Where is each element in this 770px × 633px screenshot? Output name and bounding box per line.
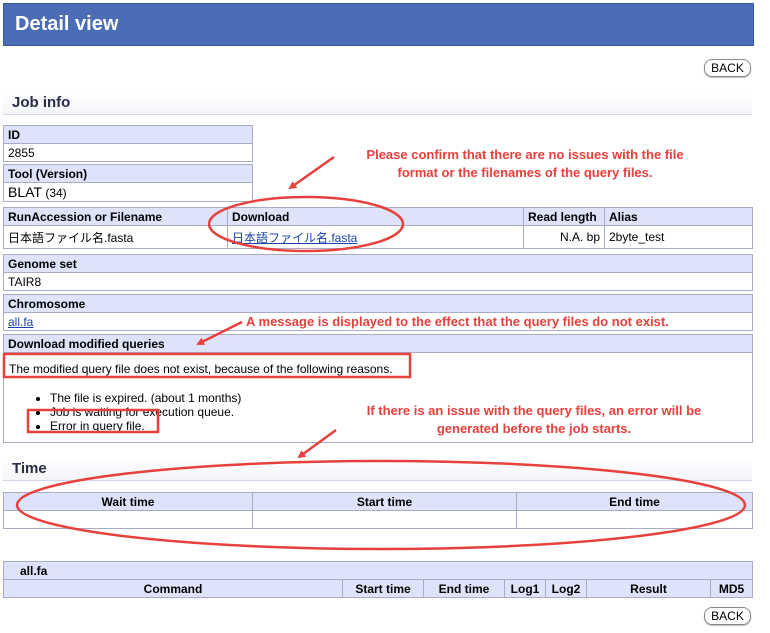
annotation-overlay [2, 155, 747, 551]
download-highlight-ellipse [207, 195, 405, 253]
dmq-message-highlight-box [2, 352, 412, 379]
arrow-file-format [288, 155, 335, 190]
arrow-no-query-files [196, 320, 243, 346]
error-reason-highlight-box [26, 408, 160, 434]
time-table-highlight-ellipse [15, 459, 747, 551]
arrow-query-error [297, 428, 337, 459]
